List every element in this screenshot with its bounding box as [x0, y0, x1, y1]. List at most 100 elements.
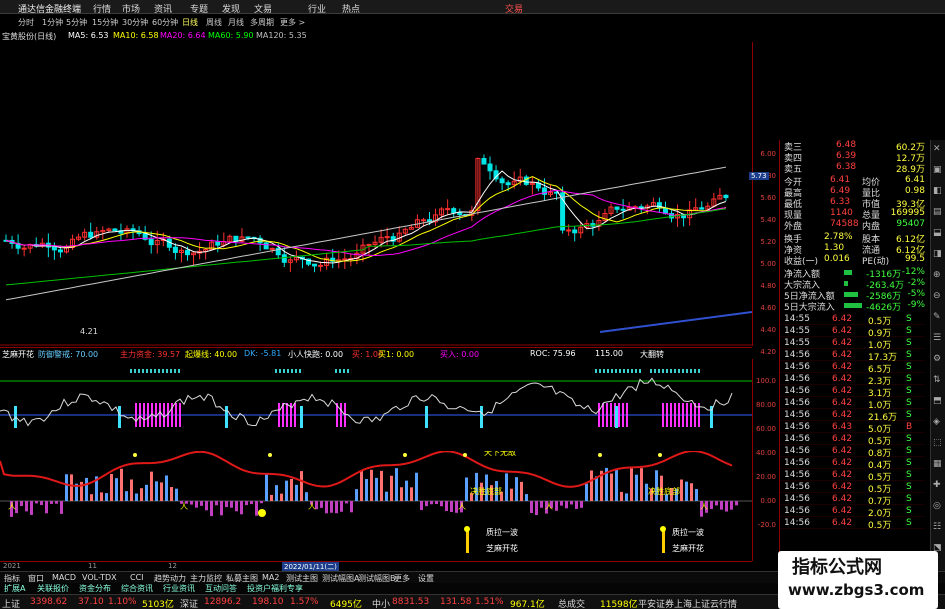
info-tab[interactable]: 综合资讯 — [121, 583, 153, 594]
flow-bar — [335, 501, 338, 514]
info-tab[interactable]: 关联报价 — [37, 583, 69, 594]
flow-label: 5日大宗流入 — [784, 303, 835, 313]
menu-item[interactable]: 资讯 — [154, 2, 172, 15]
period-tab[interactable]: 月线 — [228, 17, 244, 28]
magenta-bar — [622, 403, 624, 427]
magenta-bar — [163, 403, 165, 427]
menu-item[interactable]: 发现 — [222, 2, 240, 15]
magenta-bar — [682, 403, 684, 427]
flow-bar — [35, 501, 38, 504]
menu-item[interactable]: 行情 — [93, 2, 111, 15]
indicator-tab[interactable]: CCI — [130, 573, 144, 582]
indicator-tab[interactable]: MA2 — [262, 573, 279, 582]
toolbar-icon[interactable]: ⬚ — [933, 438, 942, 448]
signal-dot — [654, 369, 656, 373]
signal-annotation: 天下无敌 — [484, 451, 516, 457]
flow-bar — [725, 501, 728, 512]
toolbar-icon[interactable]: ▤ — [933, 207, 942, 217]
signal-dot — [639, 369, 641, 373]
period-tab[interactable]: 5分钟 — [66, 17, 87, 28]
toolbar-icon[interactable]: ☷ — [933, 522, 941, 532]
period-tab[interactable]: 分时 — [18, 17, 34, 28]
tick-time: 14:56 — [784, 362, 810, 372]
price-tick: 4.80 — [760, 282, 776, 290]
stat-value: 74588 — [830, 219, 859, 229]
menu-trade[interactable]: 交易 — [505, 2, 523, 15]
period-tab[interactable]: 15分钟 — [92, 17, 118, 28]
runner-icon: 人 — [8, 502, 16, 511]
period-tab[interactable]: 周线 — [206, 17, 222, 28]
signal-annotation: 质拉一波 — [486, 527, 518, 537]
signal-dot — [295, 369, 297, 373]
candle-body — [263, 242, 269, 250]
flow-bar — [250, 501, 253, 505]
period-tab[interactable]: 多周期 — [250, 17, 274, 28]
info-tab[interactable]: 行业资讯 — [163, 583, 195, 594]
peak-marker — [268, 453, 272, 457]
period-tab[interactable]: 1分钟 — [42, 17, 63, 28]
tick-side: S — [906, 326, 912, 336]
toolbar-icon[interactable]: ▣ — [933, 165, 942, 175]
toolbar-icon[interactable]: ✚ — [933, 480, 941, 490]
signal-dot — [635, 369, 637, 373]
flow-bar — [555, 501, 558, 511]
flow-bar — [105, 493, 108, 501]
period-tab[interactable]: 60分钟 — [152, 17, 178, 28]
flow-bar — [215, 501, 218, 506]
period-tab[interactable]: 更多 > — [280, 17, 305, 28]
menu-bar: 通达信金融终端 行情 市场 资讯 专题 发现 文易 行业 热点 交易 — [0, 0, 945, 15]
period-tab-active[interactable]: 日线 — [182, 17, 198, 28]
flow-bar — [735, 501, 738, 506]
cyan-bar — [118, 406, 121, 428]
flow-bar — [695, 489, 698, 501]
indicator2-chart[interactable]: 人 人 人 人 人 人 天下无敌决胜底部 决胜底部质拉一波芝麻开花 质拉一波芝麻开花 — [0, 451, 752, 561]
candlestick-chart[interactable]: 4.21 — [0, 42, 752, 346]
toolbar-icon[interactable]: ◨ — [933, 249, 942, 259]
toolbar-icon[interactable]: ⚙ — [933, 354, 941, 364]
signal-dot — [343, 369, 345, 373]
info-tab[interactable]: 资金分布 — [79, 583, 111, 594]
magenta-bar — [610, 403, 612, 427]
toolbar-icon[interactable]: ▦ — [933, 459, 942, 469]
indicator-tick: 20.00 — [755, 473, 776, 481]
magenta-bar — [344, 403, 346, 427]
stat-row: 现量 1140 总量 169995 — [780, 208, 925, 221]
toolbar-icon[interactable]: ◎ — [933, 501, 941, 511]
indicator1-chart[interactable] — [0, 359, 752, 451]
signal-dot — [339, 369, 341, 373]
toolbar-icon[interactable]: ☰ — [933, 333, 941, 343]
indicator-tab[interactable]: VOL-TDX — [82, 573, 117, 582]
flow-bar — [690, 483, 693, 501]
toolbar-icon[interactable]: ◧ — [933, 186, 942, 196]
tick-time: 14:56 — [784, 482, 810, 492]
info-tab[interactable]: 投资户福利专享 — [247, 583, 303, 594]
toolbar-icon[interactable]: ✕ — [933, 144, 941, 154]
status-field: 平安证券上海上证云行情 — [638, 600, 738, 609]
toolbar-icon[interactable]: ✎ — [933, 312, 941, 322]
menu-item[interactable]: 行业 — [308, 2, 326, 15]
flow-bar — [625, 493, 628, 501]
info-tab[interactable]: 扩展A — [4, 583, 25, 594]
toolbar-icon[interactable]: ⬒ — [933, 396, 942, 406]
toolbar-icon[interactable]: ◈ — [933, 417, 940, 427]
magenta-bar — [278, 403, 280, 427]
menu-item[interactable]: 热点 — [342, 2, 360, 15]
flow-bar — [60, 501, 63, 514]
flow-bar — [640, 468, 643, 501]
indicator-value: DK: -5.81 — [244, 349, 282, 358]
info-tab[interactable]: 互动问答 — [205, 583, 237, 594]
menu-item[interactable]: 专题 — [190, 2, 208, 15]
signal-annotation: 决胜底部 — [648, 486, 680, 496]
menu-item[interactable]: 市场 — [122, 2, 140, 15]
menu-item[interactable]: 文易 — [254, 2, 272, 15]
indicator-tab[interactable]: MACD — [52, 573, 76, 582]
tick-price: 6.42 — [832, 506, 853, 516]
watermark: 指标公式网 www.zbgs3.com — [778, 551, 938, 609]
period-tab[interactable]: 30分钟 — [122, 17, 148, 28]
tick-row: 14:56 6.42 0.5万 S — [780, 433, 925, 447]
toolbar-icon[interactable]: ⊕ — [933, 270, 941, 280]
toolbar-icon[interactable]: ⇅ — [933, 375, 941, 385]
toolbar-icon[interactable]: ⬓ — [933, 228, 942, 238]
cyan-bar — [425, 406, 428, 428]
toolbar-icon[interactable]: ⊖ — [933, 291, 941, 301]
